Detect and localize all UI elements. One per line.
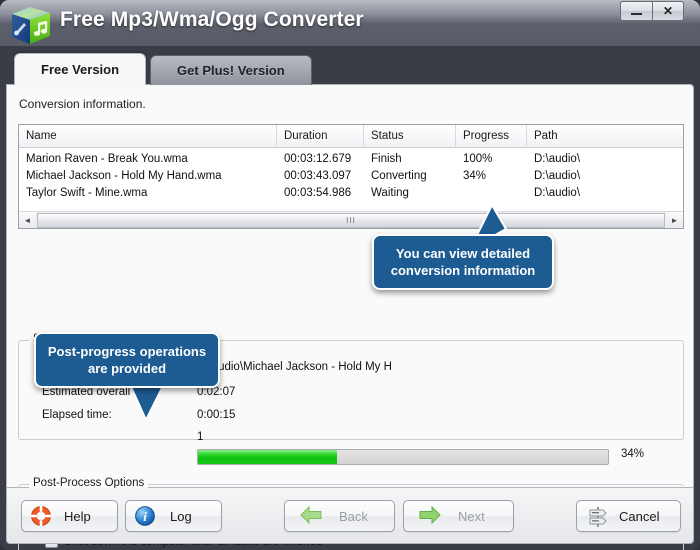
cell-name: Marion Raven - Break You.wma (26, 153, 188, 165)
minimize-icon (631, 12, 642, 15)
cell-progress: 100% (463, 153, 493, 165)
cell-status: Converting (371, 170, 427, 182)
arrow-right-icon (418, 505, 441, 527)
cell-progress (456, 185, 527, 202)
conversion-progress-bar (197, 449, 609, 465)
column-header-duration[interactable]: Duration (277, 125, 364, 148)
tab-get-plus-version[interactable]: Get Plus! Version (150, 55, 312, 85)
close-button[interactable]: ✕ (652, 1, 684, 21)
callout-conversion-info-text: You can view detailed conversion informa… (390, 246, 536, 278)
cell-path: D:\audio\ (534, 153, 581, 165)
cell-name: Taylor Swift - Mine.wma (26, 187, 148, 199)
tab-bar: Free Version Get Plus! Version (14, 53, 312, 85)
back-button[interactable]: Back (284, 500, 395, 532)
application-window: Free Mp3/Wma/Ogg Converter ✕ Free Versio… (0, 0, 700, 550)
column-header-status[interactable]: Status (364, 125, 456, 148)
signpost-icon (587, 505, 609, 527)
table-row[interactable]: Marion Raven - Break You.wma 00:03:12.67… (19, 151, 683, 168)
column-header-progress[interactable]: Progress (456, 125, 527, 148)
column-header-path[interactable]: Path (527, 125, 683, 148)
title-bar: Free Mp3/Wma/Ogg Converter ✕ (0, 0, 700, 46)
conversion-information-hint: Conversion information. (19, 97, 146, 111)
cell-progress: 34% (463, 170, 487, 182)
progress-bar-fill (198, 450, 338, 464)
table-row[interactable]: Taylor Swift - Mine.wma 00:03:54.986 Wai… (19, 185, 683, 202)
scroll-right-icon[interactable]: ► (666, 212, 683, 228)
lifering-icon (30, 505, 52, 527)
tab-free-version[interactable]: Free Version (14, 53, 147, 85)
scrollbar-thumb[interactable]: III (37, 212, 665, 228)
callout-post-progress: Post-progress operations are provided (34, 332, 220, 388)
cell-path: D:\audio\ (534, 170, 581, 182)
cell-duration: 00:03:12.679 (284, 153, 352, 165)
cell-status: Waiting (371, 187, 409, 199)
help-button[interactable]: Help (21, 500, 118, 532)
cell-status: Finish (371, 153, 402, 165)
tab-get-plus-version-label: Get Plus! Version (177, 63, 285, 78)
window-title: Free Mp3/Wma/Ogg Converter (60, 8, 364, 31)
file-list-header: Name Duration Status Progress Path (19, 125, 683, 148)
cancel-button-label: Cancel (619, 508, 660, 524)
music-cube-icon (8, 4, 56, 48)
arrow-left-icon (299, 505, 322, 527)
next-button[interactable]: Next (403, 500, 514, 532)
file-list[interactable]: Name Duration Status Progress Path Mario… (18, 124, 684, 229)
callout-conversion-info: You can view detailed conversion informa… (372, 234, 554, 290)
help-button-label: Help (64, 508, 91, 524)
log-button[interactable]: i Log (125, 500, 222, 532)
table-row[interactable]: Michael Jackson - Hold My Hand.wma 00:03… (19, 168, 683, 185)
info-icon: i (134, 505, 156, 527)
svg-text:i: i (143, 509, 147, 524)
horizontal-scrollbar[interactable]: ◄ III ► (19, 211, 683, 228)
main-panel: Conversion information. Name Duration St… (6, 84, 694, 550)
footer-bar: Help i Log Back Next Cancel (6, 488, 694, 544)
status-value-remaining: 1 (197, 431, 204, 443)
window-controls: ✕ (620, 1, 684, 21)
column-header-name[interactable]: Name (19, 125, 277, 148)
status-value-elapsed-time: 0:00:15 (197, 409, 236, 421)
minimize-button[interactable] (620, 1, 652, 21)
callout-post-progress-text: Post-progress operations are provided (47, 344, 207, 376)
cell-name: Michael Jackson - Hold My Hand.wma (26, 170, 222, 182)
log-button-label: Log (170, 508, 192, 524)
cell-duration: 00:03:54.986 (284, 187, 352, 199)
cell-path: D:\audio\ (534, 187, 581, 199)
close-icon: ✕ (662, 4, 674, 18)
progress-percent-label: 34% (621, 448, 645, 460)
next-button-label: Next (458, 508, 485, 524)
back-button-label: Back (339, 508, 368, 524)
cell-duration: 00:03:43.097 (284, 170, 352, 182)
cancel-button[interactable]: Cancel (576, 500, 681, 532)
scroll-left-icon[interactable]: ◄ (19, 212, 36, 228)
status-label-elapsed-time: Elapsed time: (42, 409, 112, 421)
tab-free-version-label: Free Version (41, 62, 120, 77)
status-value-current-file: D:\audio\Michael Jackson - Hold My H (197, 361, 392, 373)
